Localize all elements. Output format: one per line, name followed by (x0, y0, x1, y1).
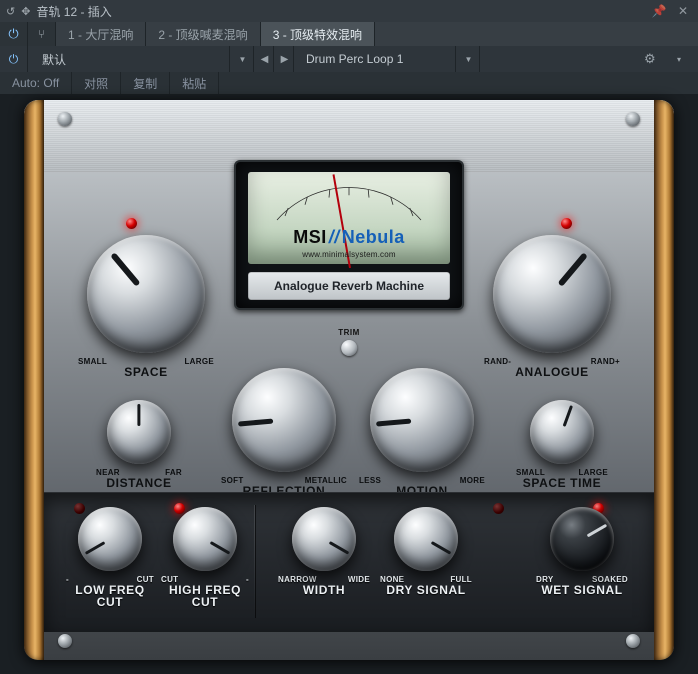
status-led-left (126, 218, 137, 229)
tab-slot-1[interactable]: 1 - 大厅混响 (56, 22, 146, 46)
status-led-right (561, 218, 572, 229)
plugin-tab-row: ⏻ ⑂ 1 - 大厅混响 2 - 顶级喊麦混响 3 - 顶级特效混响 (0, 22, 698, 46)
knob-label: SPACE TIME (514, 476, 610, 490)
motion-knob[interactable]: LESSMORE MOTION (357, 368, 487, 498)
close-icon[interactable]: ✕ (674, 2, 692, 20)
tab-slot-2[interactable]: 2 - 顶级喊麦混响 (146, 22, 260, 46)
lower-section: -CUT LOW FREQ CUT CUT- HIGH FREQ CUT NAR… (44, 492, 654, 632)
brand-url: www.minimalsystem.com (248, 250, 450, 259)
space-knob[interactable]: SMALLLARGE SPACE (76, 235, 216, 379)
screw-icon (626, 634, 640, 648)
preset-next-button[interactable]: ▶ (276, 46, 294, 72)
section-divider (254, 505, 255, 618)
bypass-icon[interactable]: ⑂ (28, 22, 56, 46)
knob-label: ANALOGUE (482, 365, 622, 379)
tab-label: 2 - 顶级喊麦混响 (158, 26, 247, 43)
source-name: Drum Perc Loop 1 (306, 52, 403, 66)
plugin-toolbar: ⏻ 默认 ▼ ◀ ▶ Drum Perc Loop 1 ▼ ⚙ ▾ (0, 46, 698, 72)
tab-label: 3 - 顶级特效混响 (273, 26, 362, 43)
reset-icon[interactable]: ↺ (6, 5, 15, 18)
tab-slot-3[interactable]: 3 - 顶级特效混响 (261, 22, 375, 46)
screw-icon (58, 634, 72, 648)
window-titlebar[interactable]: ↺ ✥ 音轨 12 - 插入 📌 ✕ (0, 0, 698, 22)
paste-button[interactable]: 粘贴 (170, 72, 219, 94)
power-icon[interactable]: ⏻ (0, 22, 28, 46)
brand-logo: MSI//Nebula (248, 227, 450, 248)
knob-label: WET SIGNAL (534, 583, 630, 597)
pin-icon[interactable]: 📌 (650, 2, 668, 20)
preset-prev-button[interactable]: ◀ (256, 46, 274, 72)
spacetime-knob[interactable]: SMALLLARGE SPACE TIME (514, 400, 610, 490)
trim-knob[interactable] (341, 340, 357, 356)
knob-label: WIDTH (276, 583, 372, 597)
low-freq-cut-knob[interactable]: -CUT LOW FREQ CUT (64, 507, 156, 609)
knob-label: DRY SIGNAL (378, 583, 474, 597)
wet-signal-knob[interactable]: DRYSOAKED WET SIGNAL (534, 507, 630, 597)
drag-icon: ✥ (21, 5, 30, 18)
reflection-knob[interactable]: SOFTMETALLIC REFLECTION (219, 368, 349, 498)
dry-led (493, 503, 504, 514)
automation-toggle[interactable]: Auto: Off (0, 72, 72, 94)
source-dropdown-icon[interactable]: ▼ (458, 46, 480, 72)
trim-label: TRIM (338, 328, 360, 337)
vu-meter: MSI//Nebula www.minimalsystem.com Analog… (234, 160, 464, 310)
tab-label: 1 - 大厅混响 (68, 26, 133, 43)
plugin-surface: MSI//Nebula www.minimalsystem.com Analog… (0, 94, 698, 674)
compare-button[interactable]: 对照 (72, 72, 121, 94)
high-freq-cut-knob[interactable]: CUT- HIGH FREQ CUT (159, 507, 251, 609)
preset-field[interactable]: 默认 (30, 46, 230, 72)
automation-row: Auto: Off 对照 复制 粘贴 (0, 72, 698, 94)
dry-signal-knob[interactable]: NONEFULL DRY SIGNAL (378, 507, 474, 597)
screw-icon (626, 112, 640, 126)
window-title: 音轨 12 - 插入 (36, 3, 111, 20)
screw-icon (58, 112, 72, 126)
nebula-panel: MSI//Nebula www.minimalsystem.com Analog… (24, 100, 674, 660)
gear-dropdown-icon[interactable]: ▾ (668, 46, 690, 72)
device-name-plate: Analogue Reverb Machine (248, 272, 450, 300)
knob-label: DISTANCE (94, 476, 184, 490)
enable-icon[interactable]: ⏻ (0, 46, 28, 72)
source-field[interactable]: Drum Perc Loop 1 (296, 46, 456, 72)
copy-button[interactable]: 复制 (121, 72, 170, 94)
knob-label: SPACE (76, 365, 216, 379)
distance-knob[interactable]: NEARFAR DISTANCE (94, 400, 184, 490)
analogue-knob[interactable]: RAND-RAND+ ANALOGUE (482, 235, 622, 379)
preset-dropdown-icon[interactable]: ▼ (232, 46, 254, 72)
trim-control[interactable]: TRIM (338, 328, 360, 356)
width-knob[interactable]: NARROWWIDE WIDTH (276, 507, 372, 597)
preset-name: 默认 (42, 51, 66, 68)
gear-icon[interactable]: ⚙ (644, 51, 666, 67)
